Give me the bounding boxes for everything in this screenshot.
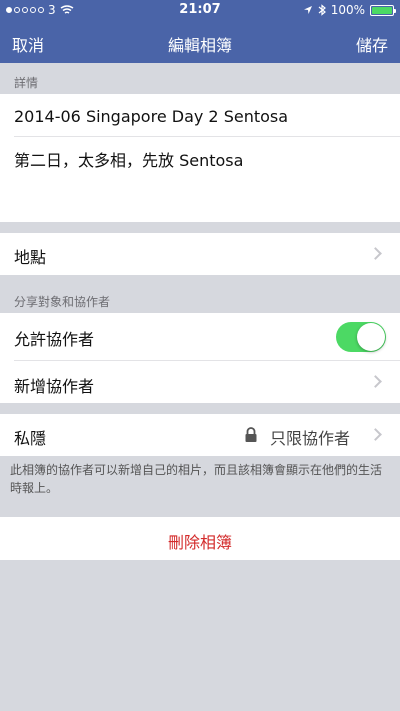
bluetooth-icon bbox=[318, 4, 326, 16]
album-name-input[interactable]: 2014-06 Singapore Day 2 Sentosa bbox=[14, 107, 288, 126]
divider bbox=[14, 136, 400, 137]
album-description-input[interactable]: 第二日，太多相，先放 Sentosa bbox=[14, 147, 243, 171]
location-row[interactable]: 地點 bbox=[0, 233, 400, 275]
battery-icon bbox=[370, 4, 396, 16]
save-button[interactable]: 儲存 bbox=[356, 32, 388, 56]
status-right: 100% bbox=[303, 0, 396, 20]
nav-bar: 取消 編輯相簿 儲存 bbox=[0, 20, 400, 63]
chevron-right-icon bbox=[369, 375, 382, 388]
section-label-details: 詳情 bbox=[14, 76, 39, 90]
page-title: 編輯相簿 bbox=[167, 36, 232, 55]
delete-album-button[interactable]: 刪除相簿 bbox=[0, 529, 400, 553]
divider bbox=[14, 360, 400, 361]
privacy-row[interactable]: 私隱 只限協作者 bbox=[0, 414, 400, 456]
privacy-value: 只限協作者 bbox=[269, 429, 350, 448]
chevron-right-icon bbox=[369, 247, 382, 260]
lock-icon bbox=[245, 427, 257, 442]
allow-contributors-label: 允許協作者 bbox=[14, 330, 95, 349]
chevron-right-icon bbox=[369, 428, 382, 441]
delete-album-row[interactable]: 刪除相簿 bbox=[0, 517, 400, 560]
allow-contributors-toggle[interactable] bbox=[336, 322, 386, 352]
location-arrow-icon bbox=[303, 6, 312, 14]
section-label-share: 分享對象和協作者 bbox=[14, 295, 111, 309]
battery-percent: 100% bbox=[330, 3, 365, 17]
toggle-knob bbox=[357, 323, 385, 351]
status-bar: 3 21:07 100% bbox=[0, 0, 400, 20]
details-block: 2014-06 Singapore Day 2 Sentosa 第二日，太多相，… bbox=[0, 94, 400, 222]
location-label: 地點 bbox=[14, 248, 47, 267]
privacy-footnote: 此相簿的協作者可以新增自己的相片，而且該相簿會顯示在他們的生活時報上。 bbox=[10, 463, 383, 495]
add-contributors-row[interactable]: 新增協作者 bbox=[14, 373, 94, 397]
share-block: 允許協作者 新增協作者 bbox=[0, 313, 400, 403]
privacy-label: 私隱 bbox=[14, 429, 47, 448]
header: 3 21:07 100% 取消 編輯相簿 儲存 bbox=[0, 0, 400, 63]
